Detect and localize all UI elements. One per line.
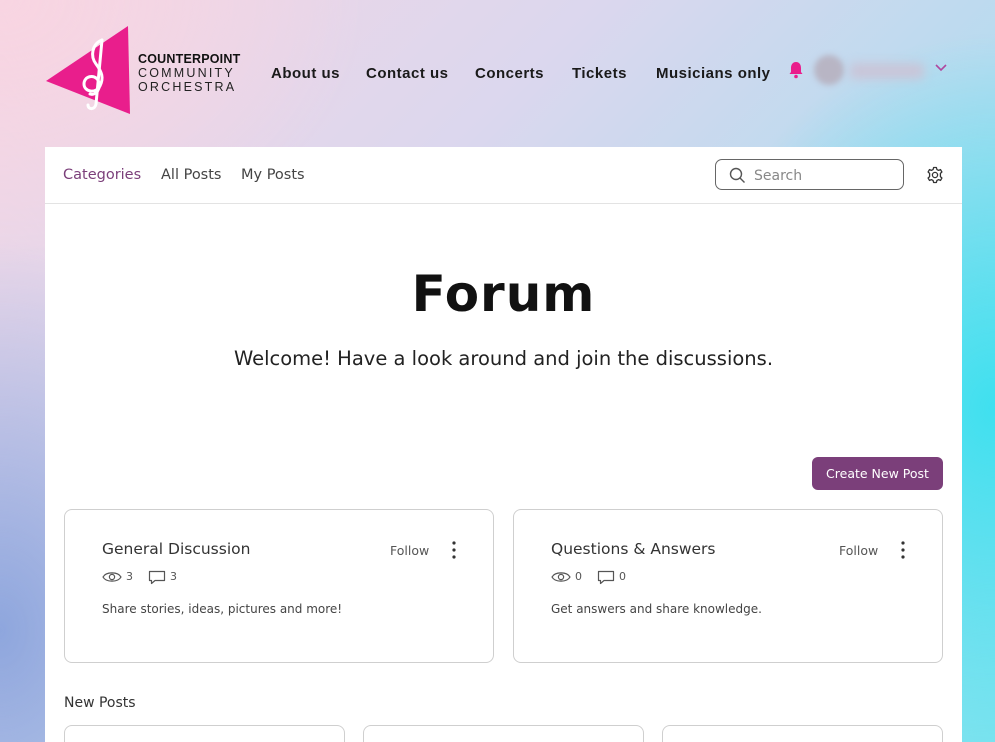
comment-count: 3 [170,570,177,583]
forum-toolbar: Categories All Posts My Posts [45,147,962,204]
category-title[interactable]: General Discussion [102,540,250,558]
orchestra-logo[interactable] [44,26,134,114]
page-subtitle: Welcome! Have a look around and join the… [233,347,774,370]
category-card-questions-answers[interactable]: Questions & Answers Follow 0 0 Get answe… [513,509,943,663]
more-options-icon[interactable] [895,540,911,560]
category-description: Share stories, ideas, pictures and more! [102,602,343,616]
brand-line-3: ORCHESTRA [138,80,237,94]
forum-panel: Categories All Posts My Posts Forum Welc… [45,147,962,742]
eye-icon [102,572,122,582]
brand-line-1: COUNTERPOINT [138,52,241,66]
nav-musicians-only[interactable]: Musicians only [656,65,771,82]
eye-icon [551,572,571,582]
account-name[interactable] [850,63,924,79]
tab-my-posts[interactable]: My Posts [241,167,305,183]
view-count: 3 [126,570,133,583]
bell-icon[interactable] [788,61,804,79]
create-new-post-button[interactable]: Create New Post [812,457,943,490]
category-card-general-discussion[interactable]: General Discussion Follow 3 3 Share stor… [64,509,494,663]
search-icon [729,167,745,183]
page-title: Forum [411,265,596,323]
tab-all-posts[interactable]: All Posts [161,167,221,183]
avatar[interactable] [814,55,844,85]
search-box[interactable] [715,159,904,190]
nav-about-us[interactable]: About us [271,65,340,82]
gear-icon[interactable] [926,166,944,184]
search-input[interactable] [752,165,896,187]
brand-name[interactable]: COUNTERPOINT COMMUNITY ORCHESTRA [138,52,240,94]
nav-contact-us[interactable]: Contact us [366,65,449,82]
chevron-down-icon[interactable] [934,63,948,73]
post-card[interactable] [363,725,644,742]
follow-button[interactable]: Follow [390,543,429,558]
category-title[interactable]: Questions & Answers [551,540,716,558]
comment-icon [597,570,615,585]
post-card[interactable] [64,725,345,742]
brand-line-2: COMMUNITY [138,66,235,80]
comment-count: 0 [619,570,626,583]
nav-concerts[interactable]: Concerts [475,65,544,82]
more-options-icon[interactable] [446,540,462,560]
post-card[interactable] [662,725,943,742]
nav-tickets[interactable]: Tickets [572,65,627,82]
follow-button[interactable]: Follow [839,543,878,558]
comment-icon [148,570,166,585]
new-posts-heading: New Posts [64,695,136,711]
tab-categories[interactable]: Categories [63,167,141,183]
category-description: Get answers and share knowledge. [551,602,762,616]
view-count: 0 [575,570,582,583]
